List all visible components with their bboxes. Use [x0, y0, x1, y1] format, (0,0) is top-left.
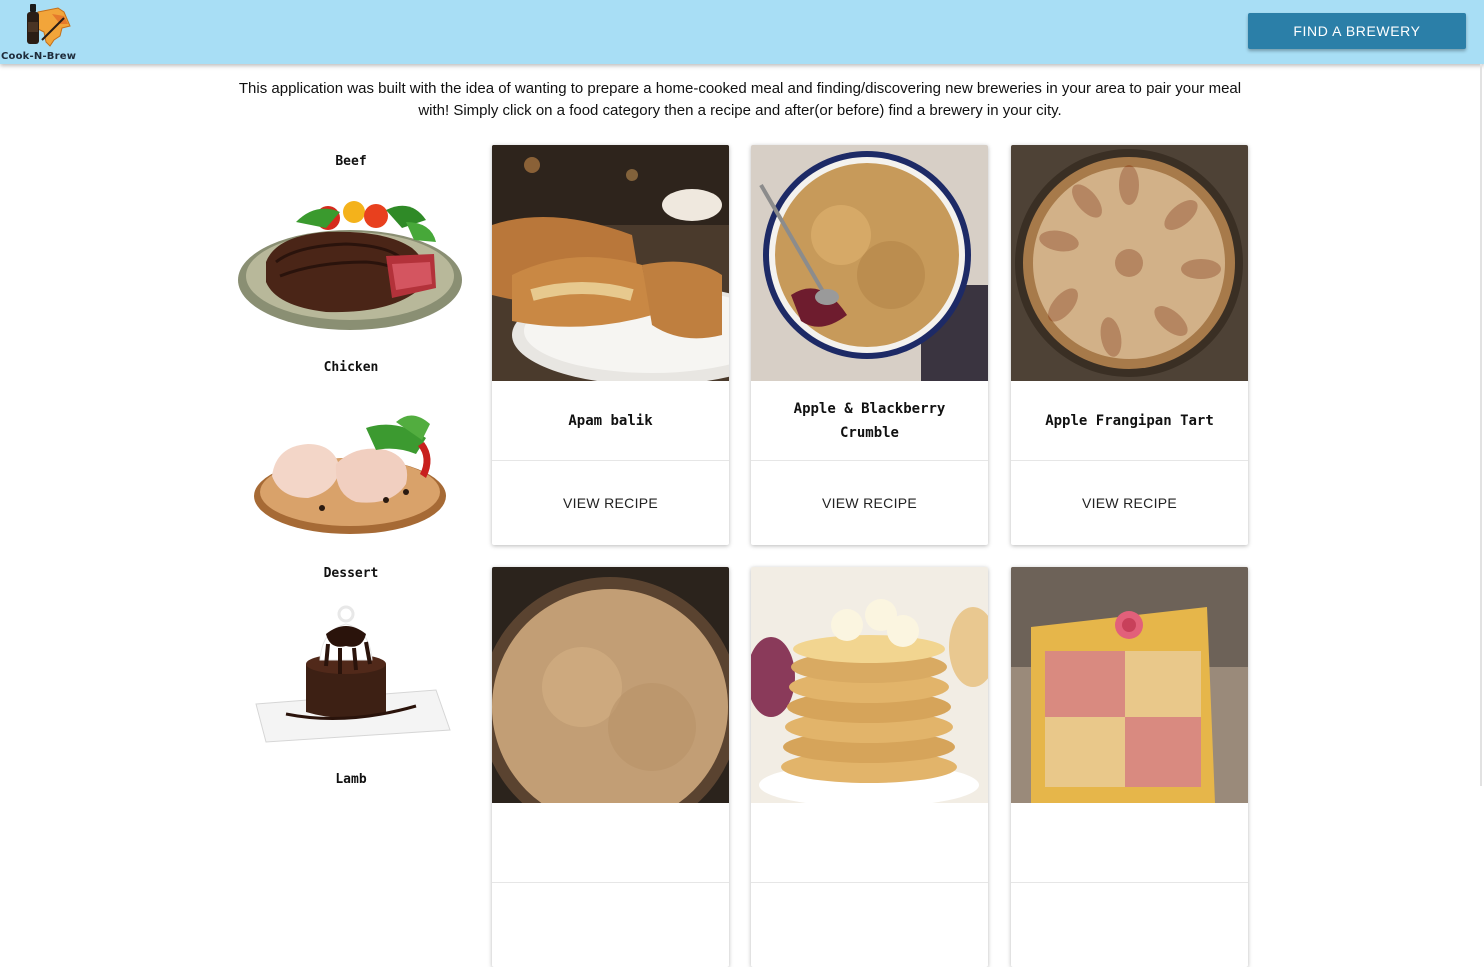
dessert-image — [255, 605, 451, 743]
recipe-card — [1011, 567, 1248, 967]
beef-steak-image — [238, 201, 462, 330]
view-recipe-button[interactable]: VIEW RECIPE — [1011, 461, 1248, 545]
recipe-title — [492, 803, 729, 883]
recipe-image[interactable] — [1011, 145, 1248, 381]
beer-bottle-map-icon — [27, 4, 71, 47]
recipe-image[interactable] — [1011, 567, 1248, 803]
navbar: Cook-N-Brew FIND A BREWERY — [0, 0, 1484, 64]
view-recipe-button[interactable] — [751, 883, 988, 967]
recipe-card — [751, 567, 988, 967]
find-brewery-button[interactable]: FIND A BREWERY — [1248, 13, 1466, 49]
category-lamb[interactable]: Lamb — [236, 772, 466, 792]
recipe-title — [1011, 803, 1248, 883]
intro-text: This application was built with the idea… — [238, 80, 1242, 119]
view-recipe-button[interactable] — [492, 883, 729, 967]
recipe-image[interactable] — [751, 567, 988, 803]
recipe-card: Apple & Blackberry Crumble VIEW RECIPE — [751, 145, 988, 545]
category-label: Dessert — [323, 566, 379, 581]
recipe-title — [751, 803, 988, 883]
category-label: Lamb — [335, 772, 367, 787]
view-recipe-button[interactable] — [1011, 883, 1248, 967]
page-scrollbar[interactable] — [1480, 64, 1482, 786]
chicken-image — [254, 415, 446, 534]
category-dessert[interactable]: Dessert — [236, 566, 466, 744]
recipe-card — [492, 567, 729, 967]
category-chicken[interactable]: Chicken — [236, 360, 466, 538]
recipe-image[interactable] — [751, 145, 988, 381]
view-recipe-button[interactable]: VIEW RECIPE — [492, 461, 729, 545]
category-label: Chicken — [323, 360, 379, 375]
category-beef[interactable]: Beef — [236, 154, 466, 332]
brand-name: Cook-N-Brew — [1, 51, 77, 62]
recipe-title: Apam balik — [492, 381, 729, 461]
recipe-card: Apple Frangipan Tart VIEW RECIPE — [1011, 145, 1248, 545]
brand-logo[interactable]: Cook-N-Brew — [0, 0, 92, 64]
recipe-title: Apple & Blackberry Crumble — [751, 381, 988, 461]
view-recipe-button[interactable]: VIEW RECIPE — [751, 461, 988, 545]
recipe-image[interactable] — [492, 145, 729, 381]
recipe-title: Apple Frangipan Tart — [1011, 381, 1248, 461]
category-label: Beef — [335, 154, 367, 169]
recipe-image[interactable] — [492, 567, 729, 803]
recipe-card: Apam balik VIEW RECIPE — [492, 145, 729, 545]
